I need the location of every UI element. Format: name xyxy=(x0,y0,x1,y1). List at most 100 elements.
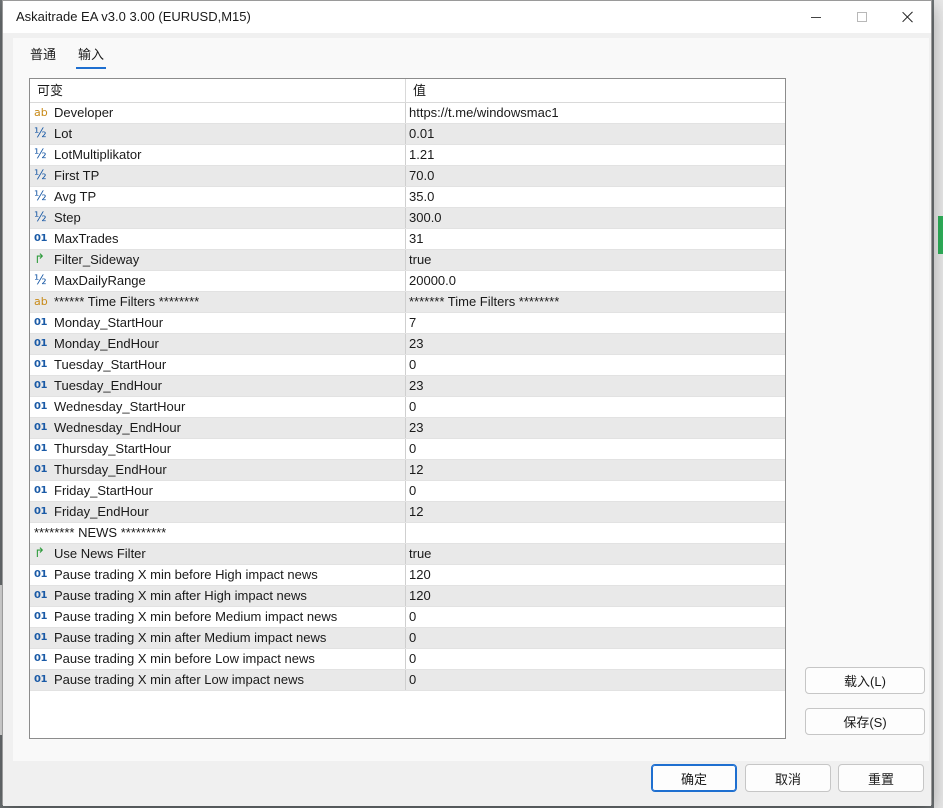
value-cell[interactable]: true xyxy=(406,250,785,270)
table-row[interactable]: 01 Pause trading X min after High impact … xyxy=(30,586,785,607)
tab-inputs[interactable]: 输入 xyxy=(76,44,107,69)
variable-cell[interactable]: ½ LotMultiplikator xyxy=(30,145,406,165)
variable-cell[interactable]: 01 Pause trading X min after Low impact n… xyxy=(30,670,406,690)
cancel-button[interactable]: 取消 xyxy=(745,764,831,792)
value-cell[interactable]: ******* Time Filters ******** xyxy=(406,292,785,312)
column-header-value[interactable]: 值 xyxy=(406,79,785,103)
value-cell[interactable]: 20000.0 xyxy=(406,271,785,291)
variable-cell[interactable]: 01 Pause trading X min before High impact… xyxy=(30,565,406,585)
value-cell[interactable]: 0 xyxy=(406,481,785,501)
variable-cell[interactable]: ab ****** Time Filters ******** xyxy=(30,292,406,312)
table-row[interactable]: 01 Pause trading X min before Low impact … xyxy=(30,649,785,670)
table-row[interactable]: 01 Monday_StartHour 7 xyxy=(30,313,785,334)
variable-name: LotMultiplikator xyxy=(54,147,142,162)
table-row[interactable]: 01 Monday_EndHour 23 xyxy=(30,334,785,355)
table-row[interactable]: ½ Lot 0.01 xyxy=(30,124,785,145)
value-cell[interactable]: 7 xyxy=(406,313,785,333)
integer-type-icon: 01 xyxy=(34,506,47,517)
value-cell[interactable]: 12 xyxy=(406,502,785,522)
variable-cell[interactable]: 01 Pause trading X min after High impact … xyxy=(30,586,406,606)
table-row[interactable]: 01 Pause trading X min before High impact… xyxy=(30,565,785,586)
minimize-button[interactable] xyxy=(793,1,839,33)
table-row[interactable]: 01 Friday_StartHour 0 xyxy=(30,481,785,502)
value-cell[interactable]: 0 xyxy=(406,649,785,669)
variable-cell[interactable]: 01 Monday_StartHour xyxy=(30,313,406,333)
variable-cell[interactable]: ½ Avg TP xyxy=(30,187,406,207)
value-cell[interactable]: 0 xyxy=(406,607,785,627)
variable-cell[interactable]: 01 Thursday_StartHour xyxy=(30,439,406,459)
save-button[interactable]: 保存(S) xyxy=(805,708,925,735)
value-cell[interactable]: 23 xyxy=(406,334,785,354)
variable-cell[interactable]: ab Developer xyxy=(30,103,406,123)
table-row[interactable]: ab ****** Time Filters ******** ******* Ti… xyxy=(30,292,785,313)
variable-cell[interactable]: ½ First TP xyxy=(30,166,406,186)
reset-button[interactable]: 重置 xyxy=(838,764,924,792)
value-cell[interactable]: 0 xyxy=(406,628,785,648)
value-cell[interactable]: 1.21 xyxy=(406,145,785,165)
variable-cell[interactable]: ******** NEWS ********* xyxy=(30,523,406,543)
table-row[interactable]: ******** NEWS ********* xyxy=(30,523,785,544)
value-cell[interactable]: 31 xyxy=(406,229,785,249)
table-row[interactable]: 01 Pause trading X min before Medium impa… xyxy=(30,607,785,628)
table-row[interactable]: ½ MaxDailyRange 20000.0 xyxy=(30,271,785,292)
value-cell[interactable]: 0 xyxy=(406,439,785,459)
value-cell[interactable]: 120 xyxy=(406,586,785,606)
variable-cell[interactable]: 01 MaxTrades xyxy=(30,229,406,249)
variable-cell[interactable]: ↱ Filter_Sideway xyxy=(30,250,406,270)
close-button[interactable] xyxy=(885,1,931,33)
variable-name: Monday_EndHour xyxy=(54,336,159,351)
variable-cell[interactable]: ½ Step xyxy=(30,208,406,228)
value-cell[interactable]: https://t.me/windowsmac1 xyxy=(406,103,785,123)
variable-cell[interactable]: 01 Tuesday_StartHour xyxy=(30,355,406,375)
table-row[interactable]: 01 Pause trading X min after Medium impac… xyxy=(30,628,785,649)
table-row[interactable]: 01 Wednesday_StartHour 0 xyxy=(30,397,785,418)
value-cell[interactable]: 23 xyxy=(406,418,785,438)
table-row[interactable]: ½ Step 300.0 xyxy=(30,208,785,229)
tab-common[interactable]: 普通 xyxy=(30,44,56,66)
table-row[interactable]: ½ LotMultiplikator 1.21 xyxy=(30,145,785,166)
maximize-button[interactable] xyxy=(839,1,885,33)
ok-button[interactable]: 确定 xyxy=(651,764,737,792)
value-cell[interactable]: 0 xyxy=(406,355,785,375)
value-cell[interactable] xyxy=(406,523,785,543)
variable-cell[interactable]: 01 Tuesday_EndHour xyxy=(30,376,406,396)
title-bar[interactable]: Askaitrade EA v3.0 3.00 (EURUSD,M15) xyxy=(3,1,931,33)
value-cell[interactable]: 12 xyxy=(406,460,785,480)
value-cell[interactable]: 35.0 xyxy=(406,187,785,207)
variable-cell[interactable]: 01 Monday_EndHour xyxy=(30,334,406,354)
table-row[interactable]: 01 Tuesday_EndHour 23 xyxy=(30,376,785,397)
variable-cell[interactable]: 01 Friday_EndHour xyxy=(30,502,406,522)
value-cell[interactable]: 300.0 xyxy=(406,208,785,228)
table-row[interactable]: ↱ Use News Filter true xyxy=(30,544,785,565)
value-cell[interactable]: 120 xyxy=(406,565,785,585)
value-cell[interactable]: 0 xyxy=(406,397,785,417)
table-row[interactable]: ab Developer https://t.me/windowsmac1 xyxy=(30,103,785,124)
column-header-variable[interactable]: 可变 xyxy=(30,79,406,103)
variable-cell[interactable]: 01 Pause trading X min before Low impact … xyxy=(30,649,406,669)
variable-cell[interactable]: 01 Friday_StartHour xyxy=(30,481,406,501)
variable-cell[interactable]: 01 Wednesday_StartHour xyxy=(30,397,406,417)
value-cell[interactable]: 0 xyxy=(406,670,785,690)
value-cell[interactable]: true xyxy=(406,544,785,564)
variable-cell[interactable]: ½ MaxDailyRange xyxy=(30,271,406,291)
table-row[interactable]: ↱ Filter_Sideway true xyxy=(30,250,785,271)
table-row[interactable]: ½ Avg TP 35.0 xyxy=(30,187,785,208)
table-row[interactable]: 01 Thursday_StartHour 0 xyxy=(30,439,785,460)
table-row[interactable]: 01 Wednesday_EndHour 23 xyxy=(30,418,785,439)
table-row[interactable]: 01 MaxTrades 31 xyxy=(30,229,785,250)
table-row[interactable]: 01 Thursday_EndHour 12 xyxy=(30,460,785,481)
table-row[interactable]: 01 Tuesday_StartHour 0 xyxy=(30,355,785,376)
table-row[interactable]: 01 Friday_EndHour 12 xyxy=(30,502,785,523)
table-row[interactable]: 01 Pause trading X min after Low impact n… xyxy=(30,670,785,691)
value-cell[interactable]: 0.01 xyxy=(406,124,785,144)
variable-cell[interactable]: 01 Pause trading X min after Medium impac… xyxy=(30,628,406,648)
variable-cell[interactable]: 01 Pause trading X min before Medium impa… xyxy=(30,607,406,627)
variable-cell[interactable]: 01 Thursday_EndHour xyxy=(30,460,406,480)
load-button[interactable]: 载入(L) xyxy=(805,667,925,694)
value-cell[interactable]: 23 xyxy=(406,376,785,396)
variable-cell[interactable]: 01 Wednesday_EndHour xyxy=(30,418,406,438)
variable-cell[interactable]: ½ Lot xyxy=(30,124,406,144)
variable-cell[interactable]: ↱ Use News Filter xyxy=(30,544,406,564)
value-cell[interactable]: 70.0 xyxy=(406,166,785,186)
table-row[interactable]: ½ First TP 70.0 xyxy=(30,166,785,187)
